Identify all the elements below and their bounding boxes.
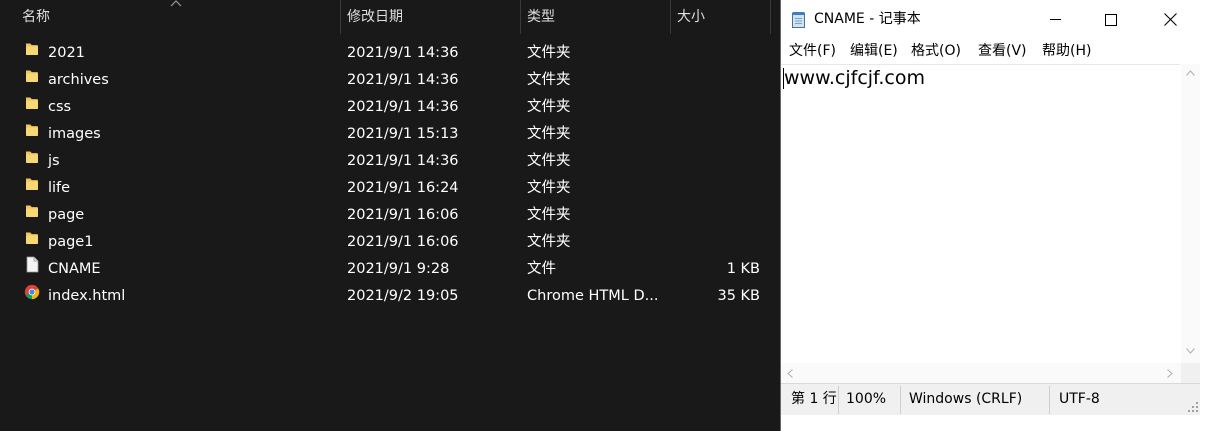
folder-icon [24,175,40,192]
vertical-scrollbar[interactable] [1181,64,1200,363]
scroll-up-icon[interactable] [1186,70,1195,76]
column-header-name[interactable]: 名称 [22,0,50,34]
file-row[interactable]: CNAME 2021/9/1 9:28 文件 1 KB [0,256,780,283]
text-editor[interactable]: www.cjfcjf.com [781,64,1180,364]
folder-icon [24,229,40,246]
file-row[interactable]: index.html 2021/9/2 19:05 Chrome HTML D...… [0,283,780,310]
notepad-window: CNAME - 记事本 文件(F) 编辑(E) 格式(O) 查看(V) 帮助(H… [780,0,1215,431]
menu-edit[interactable]: 编辑(E) [850,39,898,64]
file-type: Chrome HTML D... [527,288,659,304]
file-name: page1 [48,234,94,250]
file-row[interactable]: life 2021/9/1 16:24 文件夹 [0,175,780,202]
file-row[interactable]: archives 2021/9/1 14:36 文件夹 [0,67,780,94]
resize-grip-icon[interactable] [1188,402,1198,412]
scroll-right-icon[interactable] [1167,369,1173,378]
maximize-button[interactable] [1088,0,1134,39]
file-name: index.html [48,288,126,304]
file-size: 1 KB [726,261,760,277]
close-icon [1163,13,1177,26]
file-type: 文件 [527,261,556,277]
file-type: 文件夹 [527,126,571,142]
file-modified-date: 2021/9/1 16:06 [347,234,459,250]
minimize-button[interactable] [1032,0,1078,39]
menu-bar: 文件(F) 编辑(E) 格式(O) 查看(V) 帮助(H) [781,39,1215,64]
status-divider [838,386,839,414]
close-button[interactable] [1147,0,1193,39]
file-modified-date: 2021/9/2 19:05 [347,288,459,304]
status-encoding: UTF-8 [1059,391,1100,407]
column-divider[interactable] [340,0,341,34]
scroll-left-icon[interactable] [787,369,793,378]
folder-icon [24,148,40,165]
file-type: 文件夹 [527,180,571,196]
sort-ascending-icon [170,0,182,7]
file-name: CNAME [48,261,101,277]
file-type: 文件夹 [527,153,571,169]
horizontal-scrollbar[interactable] [781,363,1181,383]
window-title: CNAME - 记事本 [814,11,921,27]
file-type: 文件夹 [527,234,571,250]
file-explorer: 名称 修改日期 类型 大小 2021 2021/9/1 14:36 文件夹 archi… [0,0,780,431]
file-row[interactable]: images 2021/9/1 15:13 文件夹 [0,121,780,148]
file-name: images [48,126,101,142]
status-divider [1049,386,1050,414]
menu-help[interactable]: 帮助(H) [1042,39,1091,64]
file-name: css [48,99,72,115]
file-name: archives [48,72,109,88]
file-modified-date: 2021/9/1 14:36 [347,72,459,88]
column-header-date[interactable]: 修改日期 [347,0,403,34]
folder-icon [24,67,40,84]
column-divider[interactable] [520,0,521,34]
file-type: 文件夹 [527,72,571,88]
status-divider [900,386,901,414]
title-bar[interactable]: CNAME - 记事本 [781,0,1215,39]
file-modified-date: 2021/9/1 14:36 [347,99,459,115]
file-modified-date: 2021/9/1 14:36 [347,45,459,61]
file-name: page [48,207,85,223]
file-row[interactable]: page1 2021/9/1 16:06 文件夹 [0,229,780,256]
column-header-type[interactable]: 类型 [527,0,555,34]
minimize-icon [1049,19,1061,20]
column-divider[interactable] [770,0,771,34]
folder-icon [24,40,40,57]
file-modified-date: 2021/9/1 16:24 [347,180,459,196]
folder-icon [24,94,40,111]
status-zoom: 100% [846,391,887,407]
file-size: 35 KB [717,288,760,304]
column-divider[interactable] [670,0,671,34]
file-modified-date: 2021/9/1 9:28 [347,261,450,277]
column-header-size[interactable]: 大小 [677,0,705,34]
file-name: 2021 [48,45,85,61]
file-row[interactable]: css 2021/9/1 14:36 文件夹 [0,94,780,121]
notepad-icon [792,12,805,28]
file-name: js [48,153,60,169]
file-modified-date: 2021/9/1 15:13 [347,126,459,142]
file-modified-date: 2021/9/1 16:06 [347,207,459,223]
column-header-bar: 名称 修改日期 类型 大小 [0,0,780,34]
chrome-icon [24,283,40,300]
folder-icon [24,121,40,138]
file-icon [24,256,40,273]
file-type: 文件夹 [527,207,571,223]
file-row[interactable]: 2021 2021/9/1 14:36 文件夹 [0,40,780,67]
file-type: 文件夹 [527,45,571,61]
status-line-ending: Windows (CRLF) [909,391,1023,407]
menu-file[interactable]: 文件(F) [789,39,836,64]
status-bar: 第 1 行 100% Windows (CRLF) UTF-8 [781,383,1200,415]
maximize-icon [1105,13,1117,26]
menu-view[interactable]: 查看(V) [978,39,1027,64]
file-type: 文件夹 [527,99,571,115]
file-name: life [48,180,71,196]
scrollbar-corner [1181,363,1200,383]
menu-format[interactable]: 格式(O) [911,39,961,64]
status-cursor-position: 第 1 行 [791,391,837,407]
editor-content[interactable]: www.cjfcjf.com [784,67,925,89]
file-row[interactable]: js 2021/9/1 14:36 文件夹 [0,148,780,175]
file-row[interactable]: page 2021/9/1 16:06 文件夹 [0,202,780,229]
scroll-down-icon[interactable] [1186,348,1195,354]
file-modified-date: 2021/9/1 14:36 [347,153,459,169]
folder-icon [24,202,40,219]
